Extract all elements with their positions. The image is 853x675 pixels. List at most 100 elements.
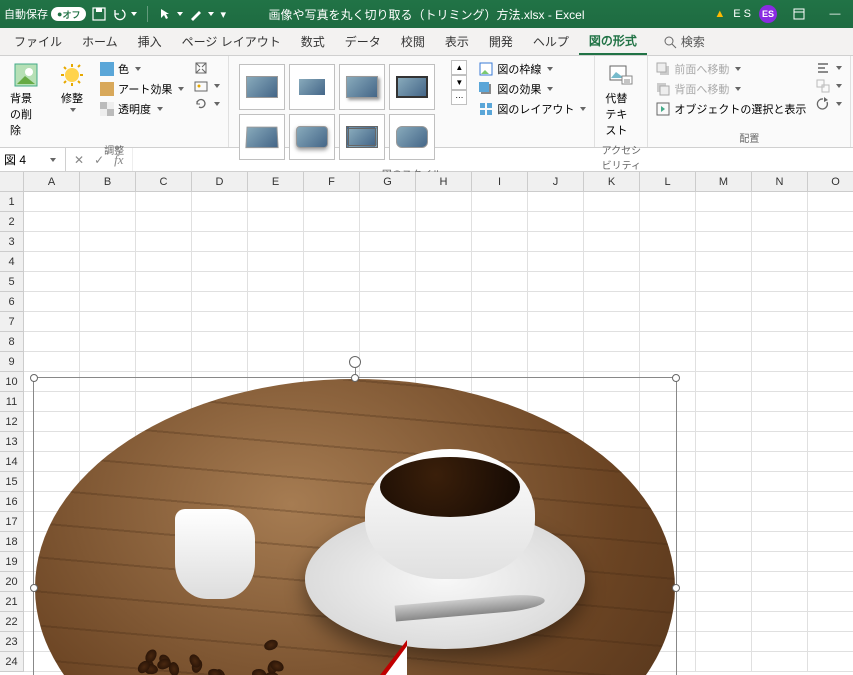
row-header[interactable]: 17 [0, 512, 24, 532]
picture-border-button[interactable]: 図の枠線 [477, 60, 588, 78]
row-header[interactable]: 14 [0, 452, 24, 472]
cursor-mode-button[interactable] [158, 7, 183, 21]
picture-effects-button[interactable]: 図の効果 [477, 80, 588, 98]
style-thumb[interactable] [389, 64, 435, 110]
gallery-more-button[interactable]: ⋯ [451, 90, 467, 105]
enter-formula-button[interactable]: ✓ [94, 153, 104, 167]
tab-picture-format[interactable]: 図の形式 [579, 28, 647, 55]
row-header[interactable]: 16 [0, 492, 24, 512]
column-header[interactable]: J [528, 172, 584, 192]
compress-pictures-button[interactable] [192, 60, 222, 76]
column-header[interactable]: C [136, 172, 192, 192]
tab-developer[interactable]: 開発 [479, 28, 523, 55]
align-button[interactable] [814, 60, 844, 76]
minimize-button[interactable]: — [821, 0, 849, 28]
column-header[interactable]: I [472, 172, 528, 192]
select-all-corner[interactable] [0, 172, 24, 192]
row-header[interactable]: 4 [0, 252, 24, 272]
save-button[interactable] [92, 7, 106, 21]
selection-pane-button[interactable]: オブジェクトの選択と表示 [654, 100, 808, 118]
qat-overflow-button[interactable]: ▾ [220, 8, 226, 21]
name-box-input[interactable] [4, 153, 44, 167]
send-backward-button[interactable]: 背面へ移動 [654, 80, 808, 98]
group-objects-button[interactable] [814, 78, 844, 94]
tab-home[interactable]: ホーム [72, 28, 128, 55]
tab-formulas[interactable]: 数式 [291, 28, 335, 55]
row-header[interactable]: 10 [0, 372, 24, 392]
row-header[interactable]: 12 [0, 412, 24, 432]
column-header[interactable]: O [808, 172, 853, 192]
insert-function-button[interactable]: fx [114, 152, 123, 168]
resize-handle-n[interactable] [351, 374, 359, 382]
row-header[interactable]: 5 [0, 272, 24, 292]
column-header[interactable]: E [248, 172, 304, 192]
row-header[interactable]: 24 [0, 652, 24, 672]
tab-page-layout[interactable]: ページ レイアウト [172, 28, 291, 55]
row-header[interactable]: 13 [0, 432, 24, 452]
gallery-scroll-up[interactable]: ▲ [451, 60, 467, 75]
column-header[interactable]: L [640, 172, 696, 192]
resize-handle-e[interactable] [672, 584, 680, 592]
resize-handle-ne[interactable] [672, 374, 680, 382]
user-avatar[interactable]: ES [759, 5, 777, 23]
draw-mode-button[interactable] [189, 7, 214, 21]
column-header[interactable]: H [416, 172, 472, 192]
rotate-button[interactable] [814, 96, 844, 112]
style-thumb[interactable] [239, 64, 285, 110]
row-header[interactable]: 23 [0, 632, 24, 652]
reset-picture-button[interactable] [192, 96, 222, 112]
column-header[interactable]: D [192, 172, 248, 192]
style-thumb[interactable] [339, 64, 385, 110]
column-header[interactable]: F [304, 172, 360, 192]
column-header[interactable]: A [24, 172, 80, 192]
undo-button[interactable] [112, 7, 137, 21]
row-header[interactable]: 21 [0, 592, 24, 612]
column-header[interactable]: M [696, 172, 752, 192]
name-box[interactable] [0, 148, 66, 171]
resize-handle-w[interactable] [30, 584, 38, 592]
alt-text-button[interactable]: 代替テキスト [601, 60, 641, 140]
artistic-effects-button[interactable]: アート効果 [98, 80, 186, 98]
row-header[interactable]: 22 [0, 612, 24, 632]
transparency-button[interactable]: 透明度 [98, 100, 186, 118]
column-header[interactable]: K [584, 172, 640, 192]
row-header[interactable]: 7 [0, 312, 24, 332]
corrections-button[interactable]: 修整 [52, 60, 92, 114]
column-header[interactable]: B [80, 172, 136, 192]
ribbon-display-options-button[interactable] [785, 0, 813, 28]
picture-layout-button[interactable]: 図のレイアウト [477, 100, 588, 118]
tab-data[interactable]: データ [335, 28, 391, 55]
row-header[interactable]: 9 [0, 352, 24, 372]
cancel-formula-button[interactable]: ✕ [74, 153, 84, 167]
row-header[interactable]: 18 [0, 532, 24, 552]
resize-handle-nw[interactable] [30, 374, 38, 382]
alt-text-label: 代替テキスト [605, 90, 637, 138]
search-label: 検索 [681, 33, 705, 50]
column-header[interactable]: G [360, 172, 416, 192]
remove-background-button[interactable]: 背景の削除 [6, 60, 46, 140]
tab-help[interactable]: ヘルプ [523, 28, 579, 55]
row-header[interactable]: 6 [0, 292, 24, 312]
row-header[interactable]: 20 [0, 572, 24, 592]
row-header[interactable]: 8 [0, 332, 24, 352]
bring-forward-button[interactable]: 前面へ移動 [654, 60, 808, 78]
tab-review[interactable]: 校閲 [391, 28, 435, 55]
row-header[interactable]: 1 [0, 192, 24, 212]
change-picture-button[interactable] [192, 78, 222, 94]
selected-picture[interactable] [35, 379, 675, 675]
tab-file[interactable]: ファイル [4, 28, 72, 55]
column-header[interactable]: N [752, 172, 808, 192]
gallery-scroll-down[interactable]: ▼ [451, 75, 467, 90]
formula-bar[interactable] [132, 148, 853, 171]
row-header[interactable]: 2 [0, 212, 24, 232]
style-thumb[interactable] [289, 64, 335, 110]
row-header[interactable]: 3 [0, 232, 24, 252]
color-button[interactable]: 色 [98, 60, 186, 78]
search-box[interactable]: 検索 [663, 28, 705, 55]
row-header[interactable]: 11 [0, 392, 24, 412]
tab-view[interactable]: 表示 [435, 28, 479, 55]
row-header[interactable]: 19 [0, 552, 24, 572]
tab-insert[interactable]: 挿入 [128, 28, 172, 55]
autosave-toggle[interactable]: 自動保存 ● オフ [4, 6, 86, 22]
row-header[interactable]: 15 [0, 472, 24, 492]
